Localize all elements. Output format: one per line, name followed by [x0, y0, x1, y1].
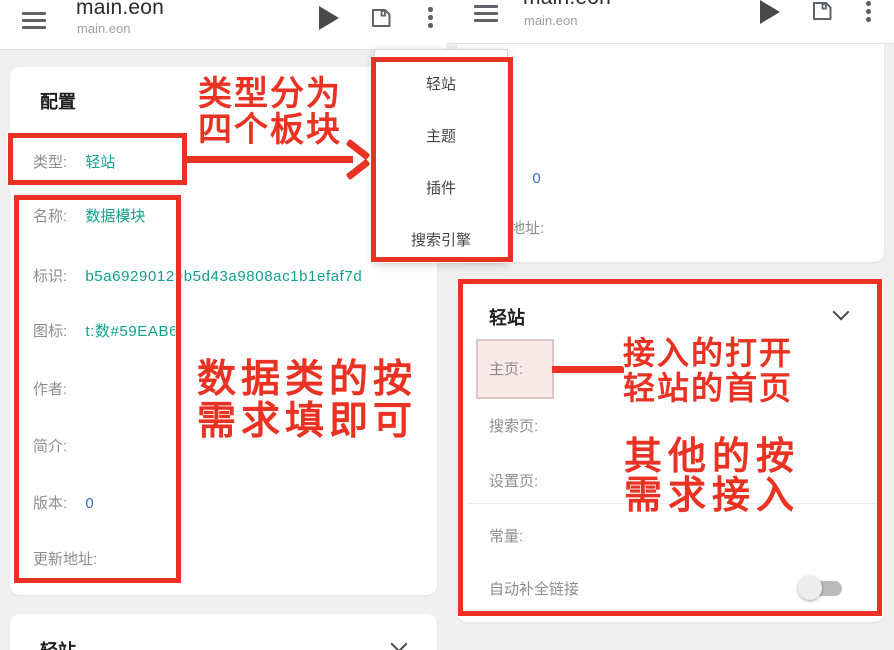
menu-icon[interactable]: [22, 12, 46, 29]
composite-screenshot: main.eon main.eon 配置 类型: 轻站 名称: 数据模块 标识:…: [0, 0, 894, 650]
save-icon[interactable]: [369, 6, 393, 30]
save-icon[interactable]: [810, 0, 834, 23]
play-icon[interactable]: [760, 0, 780, 24]
annotation-rect-type: [8, 133, 187, 185]
lightsite-card-left: 轻站: [10, 614, 437, 650]
lightsite-card-left-title: 轻站: [40, 637, 76, 650]
config-heading: 配置: [40, 88, 76, 114]
annotation-type-note: 类型分为 四个板块: [198, 76, 342, 148]
annotation-other-note: 其他的按 需求接入: [624, 438, 800, 516]
window-title: main.eon: [76, 0, 164, 20]
play-icon[interactable]: [319, 6, 339, 30]
field-version-value: 0: [532, 170, 540, 187]
annotation-rect-dropdown: [371, 57, 513, 262]
annotation-data-note: 数据类的按 需求填即可: [197, 359, 417, 443]
annotation-homepage-note: 接入的打开 轻站的首页: [623, 336, 793, 406]
menu-icon[interactable]: [474, 5, 498, 22]
annotation-rect-data-fields: [14, 195, 181, 583]
annotation-arrow-shaft: [185, 156, 353, 163]
right-topbar: main.eon main.eon: [447, 0, 894, 44]
left-topbar: main.eon main.eon: [0, 0, 447, 50]
overflow-menu-icon[interactable]: [866, 1, 870, 25]
overflow-menu-icon[interactable]: [428, 7, 432, 31]
annotation-connector-homepage: [552, 366, 624, 373]
chevron-down-icon[interactable]: [393, 638, 406, 650]
window-subtitle: main.eon: [524, 13, 577, 28]
window-title: main.eon: [523, 0, 611, 10]
window-subtitle: main.eon: [77, 21, 130, 36]
